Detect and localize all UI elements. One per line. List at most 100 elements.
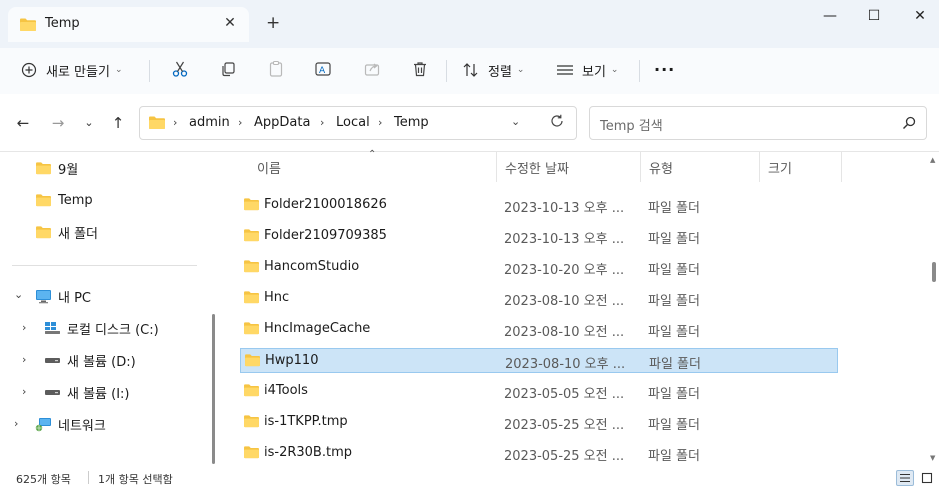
file-date: 2023-10-20 오후 ...	[504, 263, 625, 278]
sidebar-item-new-folder[interactable]: 새 폴더	[35, 220, 98, 244]
column-divider[interactable]	[496, 152, 497, 182]
back-arrow-icon[interactable]: ←	[13, 114, 33, 132]
table-row[interactable]: HncImageCache 2023-08-10 오전 ... 파일 폴더	[240, 317, 838, 342]
chevron-right-icon[interactable]: ›	[238, 116, 242, 129]
drive-icon	[45, 358, 60, 363]
delete-icon[interactable]	[410, 59, 430, 79]
scrollbar-thumb[interactable]	[932, 262, 936, 282]
folder-icon	[243, 259, 260, 277]
folder-icon	[243, 197, 260, 215]
plus-circle-icon	[21, 62, 37, 78]
chevron-right-icon[interactable]: ›	[22, 321, 26, 334]
sidebar-scrollbar[interactable]	[212, 314, 215, 464]
chevron-down-icon[interactable]: ⌄	[14, 288, 23, 301]
column-divider[interactable]	[841, 152, 842, 182]
column-divider[interactable]	[759, 152, 760, 182]
sidebar-item-label: 9월	[58, 162, 79, 178]
table-row[interactable]: is-1TKPP.tmp 2023-05-25 오전 ... 파일 폴더	[240, 410, 838, 435]
new-button[interactable]: 새로 만들기 ⌄	[21, 58, 122, 82]
file-list: ⌃ 이름 수정한 날짜 유형 크기 Folder2100018626 2023-1…	[220, 149, 939, 468]
tab-close-icon[interactable]: ✕	[222, 15, 238, 31]
new-tab-button[interactable]: +	[266, 13, 280, 33]
item-count: 625개 항목	[16, 473, 71, 486]
tab-temp[interactable]: Temp ✕	[8, 7, 249, 42]
monitor-icon	[36, 289, 51, 303]
share-icon[interactable]	[362, 59, 382, 79]
column-header-name[interactable]: 이름	[257, 158, 281, 177]
close-button[interactable]: ✕	[908, 6, 932, 26]
file-list-scrollbar[interactable]: ▲ ▼	[928, 152, 939, 468]
sidebar-item-drive-c[interactable]: 로컬 디스크 (C:)	[44, 316, 159, 340]
refresh-icon[interactable]	[549, 113, 565, 133]
column-divider[interactable]	[640, 152, 641, 182]
search-input[interactable]: Temp 검색	[589, 106, 927, 140]
sidebar-item-temp[interactable]: Temp	[35, 188, 93, 212]
sidebar-item-drive-d[interactable]: 새 볼륨 (D:)	[44, 348, 136, 372]
sidebar-item-9월[interactable]: 9월	[35, 156, 78, 180]
sidebar-item-label: 네트워크	[58, 418, 106, 434]
table-row[interactable]: Folder2100018626 2023-10-13 오후 ... 파일 폴더	[240, 193, 838, 218]
table-row[interactable]: HancomStudio 2023-10-20 오후 ... 파일 폴더	[240, 255, 838, 280]
divider	[12, 265, 197, 266]
breadcrumb-local[interactable]: Local	[336, 115, 370, 130]
file-name: Hwp110	[265, 353, 319, 368]
more-options-icon[interactable]: ···	[654, 57, 675, 81]
cut-icon[interactable]	[170, 59, 190, 79]
file-date: 2023-08-10 오후 ...	[505, 357, 626, 372]
sidebar-item-network[interactable]: 네트워크	[35, 412, 106, 436]
file-date: 2023-05-25 오전 ...	[504, 418, 625, 433]
file-date: 2023-05-25 오전 ...	[504, 449, 625, 464]
paste-icon[interactable]	[266, 59, 286, 79]
file-type: 파일 폴더	[648, 201, 700, 216]
chevron-right-icon[interactable]: ›	[378, 116, 382, 129]
file-date: 2023-10-13 오후 ...	[504, 232, 625, 247]
separator	[88, 471, 89, 484]
column-header-size[interactable]: 크기	[768, 158, 792, 177]
folder-icon	[243, 445, 260, 463]
table-row[interactable]: Hnc 2023-08-10 오전 ... 파일 폴더	[240, 286, 838, 311]
chevron-right-icon[interactable]: ›	[22, 385, 26, 398]
tab-title: Temp	[45, 16, 80, 31]
minimize-button[interactable]: —	[818, 6, 842, 26]
chevron-right-icon[interactable]: ›	[22, 353, 26, 366]
table-row[interactable]: Hwp110 2023-08-10 오후 ... 파일 폴더	[240, 348, 838, 373]
scroll-down-icon[interactable]: ▼	[930, 454, 935, 462]
forward-arrow-icon[interactable]: →	[48, 114, 68, 132]
copy-icon[interactable]	[218, 59, 238, 79]
breadcrumb-temp[interactable]: Temp	[394, 115, 429, 130]
file-name: Folder2109709385	[264, 228, 387, 243]
maximize-button[interactable]: ☐	[862, 6, 886, 26]
sort-icon	[463, 63, 478, 77]
column-header-type[interactable]: 유형	[649, 158, 673, 177]
chevron-right-icon[interactable]: ›	[173, 116, 177, 129]
chevron-down-icon[interactable]: ⌄	[511, 115, 520, 128]
search-placeholder: Temp 검색	[600, 119, 663, 134]
address-bar[interactable]: › admin › AppData › Local › Temp ⌄	[139, 106, 577, 140]
sort-button[interactable]: 정렬 ⌄	[462, 58, 524, 82]
table-row[interactable]: i4Tools 2023-05-05 오전 ... 파일 폴더	[240, 379, 838, 404]
file-type: 파일 폴더	[648, 387, 700, 402]
up-arrow-icon[interactable]: ↑	[108, 114, 128, 132]
table-row[interactable]: Folder2109709385 2023-10-13 오후 ... 파일 폴더	[240, 224, 838, 249]
sidebar-item-drive-i[interactable]: 새 볼륨 (I:)	[44, 380, 130, 404]
scroll-up-icon[interactable]: ▲	[930, 156, 935, 164]
view-button[interactable]: 보기 ⌄	[556, 58, 618, 82]
large-icons-view-icon[interactable]	[918, 470, 936, 486]
breadcrumb-appdata[interactable]: AppData	[254, 115, 310, 130]
chevron-right-icon[interactable]: ›	[14, 417, 18, 430]
sidebar-item-this-pc[interactable]: 내 PC	[35, 284, 91, 308]
drive-icon	[45, 390, 60, 395]
rename-icon[interactable]: A	[313, 59, 333, 79]
folder-icon	[148, 115, 166, 134]
navigation-pane: 9월 Temp 새 폴더 ⌄ 내 PC › 로컬 디스크 (C:) › 새 볼륨…	[0, 152, 220, 468]
table-row[interactable]: is-2R30B.tmp 2023-05-25 오전 ... 파일 폴더	[240, 441, 838, 466]
file-type: 파일 폴더	[649, 357, 701, 372]
file-date: 2023-08-10 오전 ...	[504, 294, 625, 309]
file-name: HancomStudio	[264, 259, 360, 274]
recent-chevron-icon[interactable]: ⌄	[79, 116, 99, 129]
breadcrumb-admin[interactable]: admin	[189, 115, 230, 130]
search-icon[interactable]	[902, 116, 916, 134]
chevron-right-icon[interactable]: ›	[320, 116, 324, 129]
column-header-date[interactable]: 수정한 날짜	[505, 158, 569, 177]
details-view-icon[interactable]	[896, 470, 914, 486]
